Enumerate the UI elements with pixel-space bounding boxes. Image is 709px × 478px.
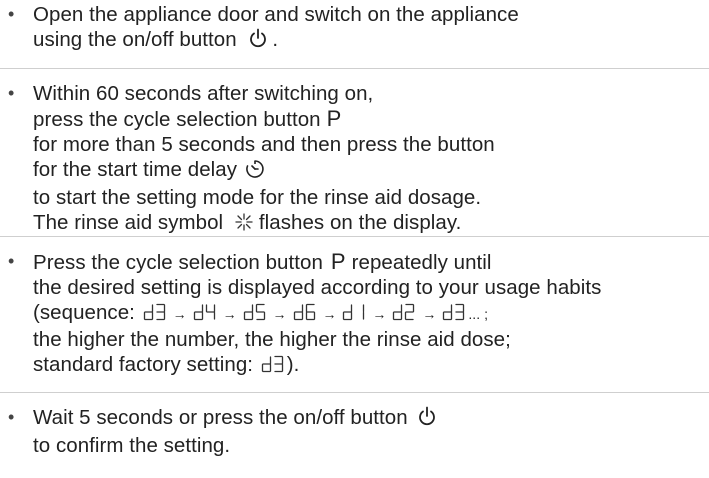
step-3-line-1-text: Press the cycle selection button bbox=[33, 251, 323, 274]
segment-glyph bbox=[405, 303, 415, 321]
segment-glyph bbox=[261, 356, 271, 373]
bullet: • bbox=[8, 4, 15, 24]
segment-glyph bbox=[274, 355, 283, 373]
segment-glyph bbox=[393, 304, 403, 321]
divider bbox=[0, 392, 709, 393]
factory-setting-display bbox=[259, 353, 287, 376]
bullet: • bbox=[8, 251, 15, 271]
instruction-document: • Open the appliance door and switch on … bbox=[0, 0, 709, 478]
step-3-line-5: standard factory setting: ). bbox=[33, 352, 601, 379]
step-4-line-2: to confirm the setting. bbox=[33, 434, 231, 457]
segment-glyph bbox=[243, 304, 253, 321]
segment-glyph bbox=[305, 303, 315, 321]
cycle-selection-p-symbol: P bbox=[326, 106, 342, 131]
step-3-line-3: (sequence: → → → → → → ... ; bbox=[33, 300, 601, 327]
segment-glyph bbox=[455, 303, 465, 321]
step-1-line-2-text: using the on/off button bbox=[33, 28, 237, 51]
segment-glyph bbox=[443, 304, 453, 321]
segment-glyph bbox=[343, 304, 353, 321]
display-code-d3 bbox=[442, 302, 466, 327]
segment-glyph bbox=[205, 304, 215, 320]
display-code-d4 bbox=[193, 302, 217, 327]
step-2-line-2-text: press the cycle selection button bbox=[33, 108, 321, 131]
display-code-d2 bbox=[392, 302, 416, 327]
step-3-line-1: Press the cycle selection button Prepeate… bbox=[33, 249, 601, 275]
step-2-line-1: Within 60 seconds after switching on, bbox=[33, 82, 374, 105]
step-1-line-2-end: . bbox=[272, 28, 279, 51]
start-time-delay-icon bbox=[245, 159, 265, 185]
rinse-aid-sequence: → → → → → → bbox=[141, 301, 469, 324]
display-code-d3 bbox=[143, 302, 167, 327]
cycle-selection-p-symbol: P bbox=[330, 249, 346, 274]
bullet: • bbox=[8, 407, 15, 427]
segment-glyph bbox=[363, 304, 365, 320]
sequence-arrow: → bbox=[418, 306, 441, 322]
step-2-line-6-text: The rinse aid symbol bbox=[33, 211, 224, 234]
bullet: • bbox=[8, 83, 15, 103]
step-2-line-2: press the cycle selection button P bbox=[33, 106, 495, 132]
segment-glyph bbox=[143, 304, 153, 321]
step-2-line-4-text: for the start time delay bbox=[33, 158, 238, 181]
step-3-line-5-end: ). bbox=[286, 353, 300, 376]
step-3-line-3-text: (sequence: bbox=[33, 301, 135, 324]
sequence-ellipsis: ... ; bbox=[468, 306, 489, 322]
sequence-arrow: → bbox=[168, 306, 191, 322]
sequence-arrow: → bbox=[318, 306, 341, 322]
step-1-line-2: using the on/off button . bbox=[33, 27, 519, 55]
power-icon bbox=[417, 406, 437, 433]
segment-glyph bbox=[193, 304, 203, 321]
segment-glyph bbox=[255, 303, 265, 321]
step-2-line-6: The rinse aid symbol flashes on the disp… bbox=[33, 210, 495, 238]
sequence-arrow: → bbox=[218, 306, 241, 322]
step-3-line-1-end: repeatedly until bbox=[351, 251, 492, 274]
step-3-line-5-text: standard factory setting: bbox=[33, 353, 254, 376]
step-4-line-1-text: Wait 5 seconds or press the on/off butto… bbox=[33, 406, 408, 429]
step-2-line-5: to start the setting mode for the rinse … bbox=[33, 186, 482, 209]
sequence-arrow: → bbox=[268, 306, 291, 322]
divider bbox=[0, 236, 709, 237]
display-code-d6 bbox=[293, 302, 317, 327]
step-2-line-4: for the start time delay bbox=[33, 157, 495, 185]
step-2-line-3: for more than 5 seconds and then press t… bbox=[33, 133, 495, 156]
step-3-line-4: the higher the number, the higher the ri… bbox=[33, 328, 511, 351]
step-2-line-6-end: flashes on the display. bbox=[258, 211, 462, 234]
rinse-aid-icon bbox=[234, 212, 254, 238]
display-code-d1 bbox=[342, 302, 366, 327]
sequence-arrow: → bbox=[368, 306, 391, 322]
display-code-d3 bbox=[261, 354, 285, 379]
step-4-line-1: Wait 5 seconds or press the on/off butto… bbox=[33, 405, 437, 433]
step-3-line-2: the desired setting is displayed accordi… bbox=[33, 276, 602, 299]
display-code-d5 bbox=[243, 302, 267, 327]
step-1-line-1: Open the appliance door and switch on th… bbox=[33, 3, 519, 26]
divider bbox=[0, 68, 709, 69]
segment-glyph bbox=[156, 303, 165, 321]
segment-glyph bbox=[293, 304, 303, 321]
power-icon bbox=[248, 28, 268, 55]
